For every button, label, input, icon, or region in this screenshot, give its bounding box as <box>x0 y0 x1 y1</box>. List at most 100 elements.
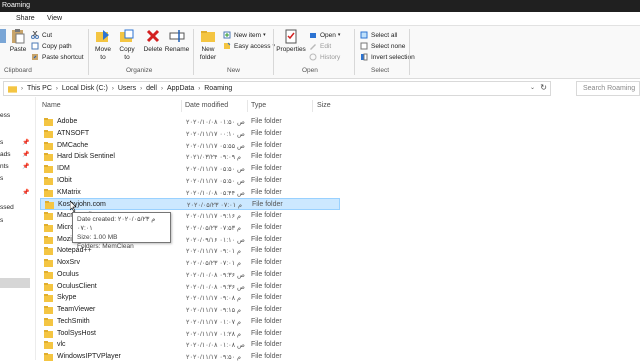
tab-view[interactable]: View <box>47 15 62 22</box>
paste-shortcut-icon <box>32 54 38 60</box>
file-type: File folder <box>251 247 282 255</box>
move-to-icon <box>96 30 109 42</box>
file-name: ToolSysHost <box>57 329 96 337</box>
file-row[interactable]: ATNSOFT ۲۰۲۰/۱۱/۱۷ ص ۰۰:۱۰ File folder <box>40 128 340 140</box>
file-row[interactable]: TeamViewer ۲۰۲۰/۱۱/۱۷ م ۰۹:۱۵ File folder <box>40 304 340 316</box>
paste-shortcut-button[interactable]: Paste shortcut <box>31 52 84 62</box>
rename-icon <box>169 30 185 42</box>
file-date: ۲۰۲۱/۰۳/۲۴ م ۰۹:۰۹ <box>186 154 241 162</box>
easy-access-button[interactable]: Easy access ▾ <box>223 41 275 51</box>
address-bar[interactable]: › This PC › Local Disk (C:) › Users › de… <box>3 81 551 96</box>
file-row[interactable]: Oculus ۲۰۲۰/۱۰/۰۸ ص ۰۹:۳۶ File folder <box>40 269 340 281</box>
folder-icon <box>44 247 53 256</box>
pin-button[interactable] <box>0 28 6 46</box>
file-row[interactable]: Hard Disk Sentinel ۲۰۲۱/۰۳/۲۴ م ۰۹:۰۹ File… <box>40 151 340 163</box>
column-divider[interactable] <box>181 100 182 112</box>
new-item-button[interactable]: New item ▾ <box>223 30 266 40</box>
cut-button[interactable]: Cut <box>31 30 52 40</box>
ribbon-separator <box>409 29 410 75</box>
organize-group-label: Organize <box>126 67 153 74</box>
open-button[interactable]: Open ▾ <box>309 30 340 40</box>
file-row[interactable]: IDM ۲۰۲۰/۱۱/۱۷ ص ۰۵:۵۰ File folder <box>40 163 340 175</box>
file-row[interactable]: vlc ۲۰۲۰/۱۰/۰۸ ص ۰۱:۰۸ File folder <box>40 339 340 351</box>
file-date: ۲۰۲۰/۱۱/۱۷ م ۰۹:۰۸ <box>186 295 241 303</box>
folder-icon <box>44 259 53 267</box>
file-row[interactable]: NoxSrv ۲۰۲۰/۰۵/۲۳ م ۰۷:۰۱ File folder <box>40 257 340 269</box>
column-header-date[interactable]: Date modified <box>185 102 228 109</box>
nav-selected-item[interactable] <box>0 278 30 288</box>
chevron-down-icon[interactable]: ⌄ <box>530 84 535 91</box>
crumb-dell[interactable]: dell <box>146 85 157 92</box>
file-date: ۲۰۲۰/۱۰/۰۸ ص ۰۵:۴۴ <box>186 189 245 197</box>
copy-to-icon <box>120 29 134 42</box>
folder-icon <box>44 306 53 314</box>
nav-item-desktop[interactable]: s <box>0 139 3 146</box>
file-row[interactable]: Skype ۲۰۲۰/۱۱/۱۷ م ۰۹:۰۸ File folder <box>40 292 340 304</box>
file-row[interactable]: IObit ۲۰۲۰/۱۱/۱۷ ص ۰۵:۵۰ File folder <box>40 175 340 187</box>
copy-to-button[interactable]: Copy to <box>116 28 138 62</box>
file-type: File folder <box>251 118 282 125</box>
address-row: › This PC › Local Disk (C:) › Users › de… <box>0 79 640 97</box>
paste-shortcut-label: Paste shortcut <box>42 53 84 61</box>
tooltip-size: Size: 1.00 MB <box>77 234 118 241</box>
column-header-name[interactable]: Name <box>42 102 61 109</box>
file-date: ۲۰۲۰/۰۵/۲۳ م ۰۷:۰۱ <box>187 202 242 210</box>
properties-button[interactable]: Properties <box>276 28 306 54</box>
nav-item-quick-access[interactable]: ess <box>0 112 10 119</box>
folder-icon <box>44 212 53 220</box>
file-date: ۲۰۲۰/۱۱/۱۷ ص ۰۵:۵۰ <box>186 166 245 173</box>
copy-to-label: Copy to <box>119 46 135 61</box>
delete-button[interactable]: Delete <box>141 28 165 54</box>
file-date: ۲۰۲۰/۱۰/۰۸ ص ۰۹:۳۶ <box>186 271 245 279</box>
select-none-button[interactable]: Select none <box>360 41 405 51</box>
copy-path-icon <box>31 42 39 50</box>
move-to-button[interactable]: Move to <box>92 28 114 62</box>
file-row[interactable]: KMatrix ۲۰۲۰/۱۰/۰۸ ص ۰۵:۴۴ File folder <box>40 187 340 199</box>
column-header-size[interactable]: Size <box>317 102 331 109</box>
file-row[interactable]: Adobe ۲۰۲۰/۱۰/۰۸ ص ۰۱:۵۰ File folder <box>40 116 340 128</box>
file-row[interactable]: OculusClient ۲۰۲۰/۱۰/۰۸ ص ۰۹:۳۶ File folde… <box>40 281 340 293</box>
file-type: File folder <box>251 141 282 149</box>
new-folder-button[interactable]: New folder <box>197 28 219 62</box>
history-icon <box>309 53 317 61</box>
file-type: File folder <box>251 235 282 243</box>
tab-share[interactable]: Share <box>16 15 35 22</box>
column-divider[interactable] <box>247 100 248 112</box>
file-name: OculusClient <box>57 282 97 290</box>
file-date: ۲۰۲۰/۱۱/۱۷ م ۰۱:۲۸ <box>186 330 241 338</box>
edit-button[interactable]: Edit <box>309 41 331 51</box>
folder-icon <box>8 85 17 93</box>
file-date: ۲۰۲۰/۱۱/۱۷ م ۰۹:۱۶ <box>186 213 241 220</box>
nav-item-downloads[interactable]: ads <box>0 151 10 158</box>
file-row[interactable]: TechSmith ۲۰۲۰/۱۱/۱۷ م ۰۱:۰۷ File folder <box>40 316 340 328</box>
column-header-type[interactable]: Type <box>251 102 266 109</box>
nav-item-other[interactable]: s <box>0 217 3 224</box>
nav-item-compressed[interactable]: ssed <box>0 204 14 211</box>
file-row[interactable]: DMCache ۲۰۲۰/۱۱/۱۷ ص ۰۵:۵۵ File folder <box>40 140 340 152</box>
crumb-this-pc[interactable]: This PC <box>27 85 52 92</box>
nav-item-pictures[interactable]: s <box>0 175 3 182</box>
rename-button[interactable]: Rename <box>164 28 190 54</box>
file-type: File folder <box>251 188 282 196</box>
column-divider[interactable] <box>312 100 313 112</box>
select-all-button[interactable]: Select all <box>360 30 397 40</box>
file-date: ۲۰۲۰/۱۱/۱۷ ص ۰۵:۵۵ <box>186 142 245 150</box>
select-none-label: Select none <box>371 42 406 50</box>
search-input[interactable]: Search Roaming <box>576 81 640 96</box>
crumb-users[interactable]: Users <box>118 85 136 92</box>
crumb-local-disk[interactable]: Local Disk (C:) <box>62 85 108 92</box>
refresh-icon[interactable]: ↻ <box>540 83 547 92</box>
history-button[interactable]: History <box>309 52 340 62</box>
file-row[interactable]: Koshyjohn.com ۲۰۲۰/۰۵/۲۳ م ۰۷:۰۱ File fold… <box>40 198 340 210</box>
crumb-roaming[interactable]: Roaming <box>204 85 232 92</box>
crumb-appdata[interactable]: AppData <box>167 85 194 92</box>
file-row[interactable]: WindowsIPTVPlayer ۲۰۲۰/۱۱/۱۷ م ۰۹:۵۰ File … <box>40 351 340 363</box>
copy-path-button[interactable]: Copy path <box>31 41 72 51</box>
file-row[interactable]: ToolSysHost ۲۰۲۰/۱۱/۱۷ م ۰۱:۲۸ File folder <box>40 328 340 340</box>
invert-selection-button[interactable]: Invert selection <box>360 52 415 62</box>
file-name: Koshyjohn.com <box>58 201 106 209</box>
paste-button[interactable]: Paste <box>7 28 29 54</box>
nav-item-documents[interactable]: nts <box>0 163 9 170</box>
chevron-right-icon: › <box>161 85 163 92</box>
file-name: Oculus <box>57 270 79 278</box>
